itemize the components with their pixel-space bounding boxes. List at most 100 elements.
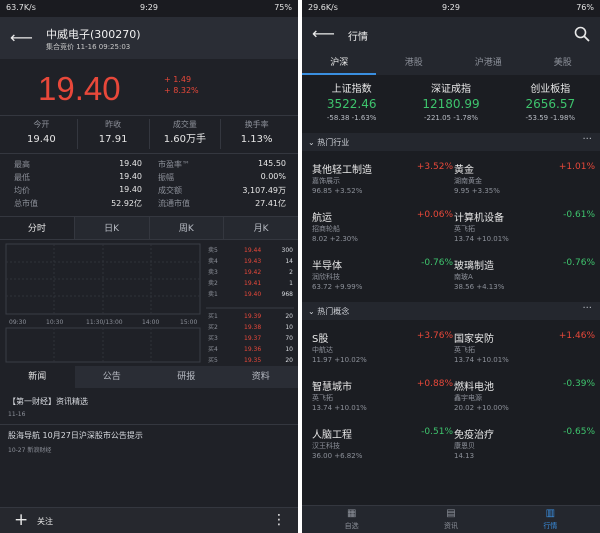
quote-turnover: 换手率 1.13% <box>221 119 292 149</box>
sector-leader-stat: 13.74 +10.01% <box>454 356 509 364</box>
tab-shanghai-shenzhen[interactable]: 沪深 <box>302 53 377 75</box>
news-item[interactable]: 股海导航 10月27日沪深股市公告提示 10-27 新浪财经 <box>0 430 298 458</box>
quote-row: 均价 19.40 成交额 3,107.49万 <box>0 184 298 197</box>
more-vertical-icon[interactable]: ⋮ <box>272 512 286 528</box>
sector-leader-stat: 20.02 +10.00% <box>454 404 509 412</box>
orderbook-label: 买2 <box>208 323 218 331</box>
sector-card[interactable]: 国家安防 +1.46% 英飞拓 13.74 +10.01% <box>454 326 595 370</box>
search-icon[interactable] <box>574 26 590 42</box>
sector-leader: 润欣科技 <box>312 273 340 281</box>
sector-card[interactable]: 人脑工程 -0.51% 汉王科技 36.00 +6.82% <box>312 422 453 466</box>
tab-announcements[interactable]: 公告 <box>75 366 150 388</box>
market-tabs: 沪深 港股 沪港通 美股 <box>302 53 600 75</box>
sector-percent: +0.06% <box>416 210 453 220</box>
sector-name: 航运 <box>312 213 332 224</box>
sector-name: 免疫治疗 <box>454 430 494 441</box>
hot-industry-header[interactable]: ⌄ 热门行业 ··· <box>302 133 600 151</box>
index-szse[interactable]: 深证成指 12180.99 -221.05 -1.78% <box>401 75 500 133</box>
sector-leader: 中航达 <box>312 346 333 354</box>
price-change-percent: + 8.32% <box>164 86 199 95</box>
chart-tabs: 分时 日K 周K 月K <box>0 216 298 240</box>
news-meta: 11-16 <box>8 411 26 418</box>
tab-monthly-k[interactable]: 月K <box>224 217 298 239</box>
tab-hk-connect[interactable]: 沪港通 <box>451 53 526 75</box>
sector-card[interactable]: 计算机设备 -0.61% 英飞拓 13.74 +10.01% <box>454 205 595 249</box>
hot-concept-header[interactable]: ⌄ 热门概念 ··· <box>302 302 600 320</box>
tab-research[interactable]: 研报 <box>149 366 224 388</box>
orderbook-label: 卖4 <box>208 258 218 265</box>
grid-icon: ▦ <box>346 508 357 519</box>
status-bar: 29.6K/s 9:29 76% <box>302 0 600 17</box>
sector-name: 其他轻工制造 <box>312 165 372 176</box>
index-name: 创业板指 <box>530 84 571 95</box>
tab-news[interactable]: 新闻 <box>0 366 75 388</box>
sector-leader: 英飞拓 <box>454 225 475 233</box>
sector-card[interactable]: 黄金 +1.01% 湖南黄金 9.95 +3.35% <box>454 157 595 201</box>
tab-profile[interactable]: 资料 <box>224 366 299 388</box>
sector-percent: -0.65% <box>563 427 595 437</box>
sector-percent: +3.76% <box>416 331 453 341</box>
index-sse[interactable]: 上证指数 3522.46 -58.38 -1.63% <box>302 75 401 133</box>
quote-label: 总市值 <box>14 199 38 208</box>
sector-card[interactable]: S股 +3.76% 中航达 11.97 +10.02% <box>312 326 453 370</box>
back-arrow-icon[interactable]: ⟵ <box>312 24 335 43</box>
orderbook-label: 买3 <box>208 334 218 342</box>
nav-market[interactable]: ▥ 行情 <box>501 506 600 533</box>
sector-card[interactable]: 航运 +0.06% 招商轮船 8.02 +2.30% <box>312 205 453 249</box>
orderbook-vol: 1 <box>289 280 293 287</box>
sector-leader: 南玻A <box>454 273 473 281</box>
sector-leader: 英飞拓 <box>312 394 333 402</box>
stock-detail-screen: 63.7K/s 9:29 75% ⟵ 中威电子(300270) 集合竞价 11-… <box>0 0 298 533</box>
quote-row: 最低 19.40 振幅 0.00% <box>0 171 298 184</box>
sector-leader-stat: 63.72 +9.99% <box>312 283 363 291</box>
quote-label: 成交量 <box>172 120 197 129</box>
follow-button[interactable]: 关注 <box>37 516 53 527</box>
tab-daily-k[interactable]: 日K <box>75 217 150 239</box>
orderbook-price: 19.41 <box>244 280 261 287</box>
orderbook-price: 19.38 <box>244 324 261 331</box>
sector-leader-stat: 13.74 +10.01% <box>454 235 509 243</box>
tab-weekly-k[interactable]: 周K <box>150 217 225 239</box>
index-chinext[interactable]: 创业板指 2656.57 -53.59 -1.98% <box>501 75 600 133</box>
sector-leader-stat: 38.56 +4.13% <box>454 283 505 291</box>
hot-industry-title: 热门行业 <box>317 138 350 147</box>
sector-card[interactable]: 其他轻工制造 +3.52% 嘉饰展示 96.85 +3.52% <box>312 157 453 201</box>
sector-leader-stat: 14.13 <box>454 452 475 460</box>
time-axis-label: 09:30 <box>9 319 26 326</box>
section-title: ⌄ 热门行业 <box>308 138 350 147</box>
nav-watchlist[interactable]: ▦ 自选 <box>302 506 401 533</box>
tab-intraday[interactable]: 分时 <box>0 217 75 239</box>
battery-level: 76% <box>576 3 594 12</box>
orderbook-vol: 300 <box>282 247 294 254</box>
sector-percent: +1.01% <box>558 162 595 172</box>
sector-card[interactable]: 免疫治疗 -0.65% 康恩贝 14.13 <box>454 422 595 466</box>
stock-subtitle: 集合竞价 11-16 09:25:03 <box>46 43 131 51</box>
tab-hk[interactable]: 港股 <box>377 53 452 75</box>
sector-card[interactable]: 玻璃制造 -0.76% 南玻A 38.56 +4.13% <box>454 253 595 297</box>
sector-name: 燃料电池 <box>454 382 494 393</box>
more-horizontal-icon[interactable]: ··· <box>582 134 592 145</box>
stock-title: 中威电子(300270) <box>46 28 141 41</box>
more-horizontal-icon[interactable]: ··· <box>582 303 592 314</box>
orderbook-price: 19.37 <box>244 335 261 342</box>
quote-value: 1.13% <box>240 134 273 145</box>
sector-card[interactable]: 智慧城市 +0.88% 英飞拓 13.74 +10.01% <box>312 374 453 418</box>
orderbook-label: 卖5 <box>208 247 218 254</box>
quote-row: 最高 19.40 市盈率™ 145.50 <box>0 158 298 171</box>
news-item[interactable]: 【第一财经】资讯精选 11-16 <box>0 396 298 424</box>
back-arrow-icon[interactable]: ⟵ <box>10 28 33 47</box>
sector-card[interactable]: 燃料电池 -0.39% 鑫宇电源 20.02 +10.00% <box>454 374 595 418</box>
quote-value: 19.40 <box>119 185 142 194</box>
tab-us[interactable]: 美股 <box>526 53 600 75</box>
sector-percent: -0.61% <box>563 210 595 220</box>
sector-name: 国家安防 <box>454 334 494 345</box>
index-price: 2656.57 <box>525 97 576 111</box>
quote-label: 流通市值 <box>158 199 190 208</box>
plus-icon[interactable]: + <box>14 510 28 530</box>
stock-header: ⟵ 中威电子(300270) 集合竞价 11-16 09:25:03 <box>0 17 298 59</box>
sector-card[interactable]: 半导体 -0.76% 润欣科技 63.72 +9.99% <box>312 253 453 297</box>
intraday-chart: 09:30 10:30 11:30/13:00 14:00 15:00 卖5 19… <box>5 243 294 364</box>
time-axis-label: 15:00 <box>180 319 197 326</box>
nav-news[interactable]: ▤ 资讯 <box>401 506 500 533</box>
sector-name: 半导体 <box>312 261 342 272</box>
